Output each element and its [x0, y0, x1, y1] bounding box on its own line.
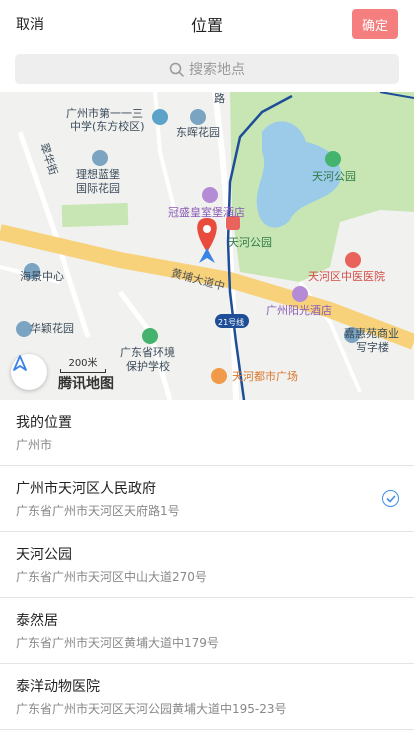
search-placeholder: 搜索地点	[189, 62, 245, 78]
list-item[interactable]: 广州市天河区人民政府 广东省广州市天河区天府路1号	[0, 466, 414, 532]
scale-label: 200米	[68, 358, 98, 369]
svg-text:天河公园: 天河公园	[312, 170, 356, 183]
svg-text:冠盛皇室堡酒店: 冠盛皇室堡酒店	[168, 205, 245, 219]
place-name: 天河公园	[16, 547, 72, 563]
place-address: 广东省广州市天河区天河公园黄埔大道中195-23号	[16, 702, 287, 716]
svg-text:保护学校: 保护学校	[126, 359, 170, 373]
place-address: 广东省广州市天河区黄埔大道中179号	[16, 636, 219, 650]
search-icon	[169, 62, 184, 77]
svg-text:天河都市广场: 天河都市广场	[232, 369, 298, 383]
top-bar: 取消 位置 确定	[0, 0, 414, 48]
place-name: 泰然居	[16, 613, 58, 629]
svg-text:广州阳光酒店: 广州阳光酒店	[266, 303, 332, 317]
place-name: 泰洋动物医院	[16, 679, 100, 695]
place-address: 广东省广州市天河区天府路1号	[16, 504, 180, 518]
place-name: 广州市天河区人民政府	[16, 481, 156, 497]
svg-text:理想蓝堡: 理想蓝堡	[76, 167, 120, 181]
place-address: 广州市	[16, 438, 53, 452]
svg-text:广东省环境: 广东省环境	[120, 345, 175, 359]
cancel-button[interactable]: 取消	[16, 14, 44, 34]
svg-text:广州市第一一三: 广州市第一一三	[66, 106, 143, 120]
svg-text:写字楼: 写字楼	[356, 340, 389, 354]
locate-me-button[interactable]	[11, 354, 47, 390]
svg-text:中学(东方校区): 中学(东方校区)	[70, 119, 145, 133]
place-address: 广东省广州市天河区中山大道270号	[16, 570, 207, 584]
place-name: 我的位置	[16, 415, 72, 431]
svg-text:国际花园: 国际花园	[76, 182, 120, 195]
svg-text:路: 路	[214, 92, 225, 105]
search-input[interactable]: 搜索地点	[15, 54, 399, 84]
svg-text:嘉惠苑商业: 嘉惠苑商业	[344, 326, 399, 340]
svg-text:海景中心: 海景中心	[20, 269, 64, 283]
confirm-button[interactable]: 确定	[352, 9, 398, 39]
map-brand-logo: 腾讯地图	[58, 376, 114, 392]
map-scale: 200米	[60, 354, 106, 373]
list-item[interactable]: 天河公园 广东省广州市天河区中山大道270号	[0, 532, 414, 598]
list-item[interactable]: 泰然居 广东省广州市天河区黄埔大道中179号	[0, 598, 414, 664]
svg-text:天河公园: 天河公园	[228, 236, 272, 249]
svg-text:21号线: 21号线	[218, 317, 244, 327]
list-item[interactable]: 泰洋动物医院 广东省广州市天河区天河公园黄埔大道中195-23号	[0, 664, 414, 730]
svg-text:华颖花园: 华颖花园	[30, 321, 74, 335]
svg-text:东晖花园: 东晖花园	[176, 126, 220, 139]
place-list: 我的位置 广州市 广州市天河区人民政府 广东省广州市天河区天府路1号 天河公园 …	[0, 400, 414, 730]
check-icon	[382, 490, 399, 507]
svg-text:天河区中医医院: 天河区中医医院	[308, 269, 385, 283]
map-view[interactable]: 广州市第一一三 中学(东方校区) 东晖花园 路 理想蓝堡 国际花园 冠盛皇室堡酒…	[0, 92, 414, 400]
navigation-arrow-icon	[13, 355, 27, 371]
list-item[interactable]: 我的位置 广州市	[0, 400, 414, 466]
